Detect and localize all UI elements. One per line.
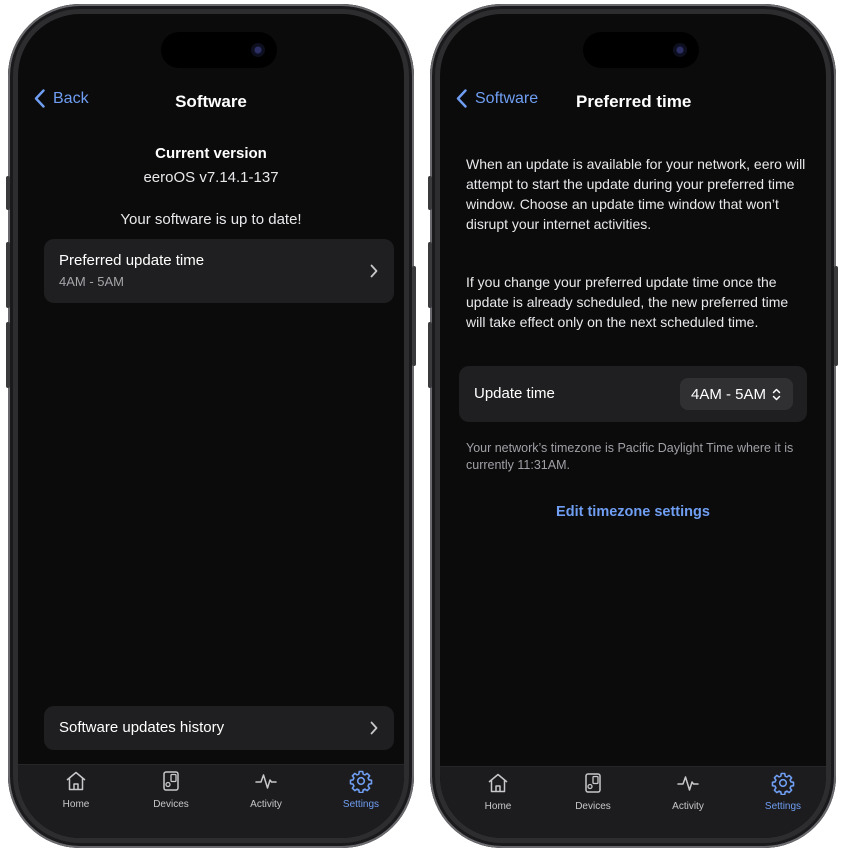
chevron-left-icon [456,89,467,108]
current-version-value: eeroOS v7.14.1-137 [143,169,279,186]
update-description: When an update is available for your net… [466,156,806,232]
activity-icon [677,776,699,791]
phone-frame-left: Back Software Current version eeroOS v7.… [6,4,416,848]
phone-frame-right: Software Preferred time When an update i… [428,4,838,848]
preferred-update-time-row[interactable]: Preferred update time 4AM - 5AM [44,239,394,303]
software-updates-history-label: Software updates history [59,719,225,736]
back-button-label: Software [475,89,539,107]
power-button [834,266,838,366]
power-button [412,266,416,366]
tab-home[interactable]: Home [36,769,116,817]
current-version-heading: Current version [155,145,267,162]
tab-settings-label: Settings [342,799,380,810]
edit-timezone-link[interactable]: Edit timezone settings [440,504,826,520]
gear-icon [349,770,373,793]
update-time-label: Update time [474,385,555,402]
tab-home[interactable]: Home [458,771,538,819]
chevron-right-icon [370,721,378,735]
home-icon [488,773,508,793]
preferred-update-time-label: Preferred update time [59,252,205,269]
tab-settings-label: Settings [764,801,802,812]
preferred-time-screen: Software Preferred time When an update i… [440,14,826,838]
chevron-up-down-icon [772,388,781,400]
tab-activity-label: Activity [250,799,282,810]
tab-settings[interactable]: Settings [321,769,401,817]
devices-icon [163,771,179,791]
tab-activity[interactable]: Activity [648,771,728,819]
tab-devices[interactable]: Devices [131,769,211,817]
tab-settings[interactable]: Settings [743,771,823,819]
software-updates-history-row[interactable]: Software updates history [44,706,394,750]
update-time-picker[interactable]: 4AM - 5AM [679,378,793,410]
chevron-right-icon [370,264,378,278]
front-camera [673,43,687,57]
tab-activity-label: Activity [672,801,704,812]
timezone-note: Your network’s timezone is Pacific Dayli… [466,441,794,472]
navigation-bar: Back Software [18,78,404,122]
page-title: Preferred time [576,92,692,111]
reschedule-description: If you change your preferred update time… [466,274,789,330]
preferred-update-time-value: 4AM - 5AM [59,274,125,289]
update-time-value: 4AM - 5AM [690,385,766,403]
action-button [6,176,10,210]
update-time-row: Update time 4AM - 5AM [459,366,807,422]
software-screen: Back Software Current version eeroOS v7.… [18,14,404,838]
tab-home-label: Home [62,799,90,810]
navigation-bar: Software Preferred time [440,78,826,122]
tab-home-label: Home [484,801,512,812]
tab-bar: Home Devices Activity Settings [18,764,404,838]
home-icon [66,771,86,791]
up-to-date-message: Your software is up to date! [120,211,302,228]
tab-bar: Home Devices Activity Settings [440,766,826,838]
action-button [428,176,432,210]
page-title: Software [175,92,247,111]
volume-up-button [428,242,432,308]
front-camera [251,43,265,57]
tab-devices-label: Devices [575,801,611,812]
tab-devices-label: Devices [153,799,189,810]
devices-icon [585,773,601,793]
volume-up-button [6,242,10,308]
tab-devices[interactable]: Devices [553,771,633,819]
dynamic-island [583,32,699,68]
dynamic-island [161,32,277,68]
gear-icon [771,772,795,795]
back-button[interactable]: Software [456,89,538,108]
tab-activity[interactable]: Activity [226,769,306,817]
volume-down-button [428,322,432,388]
volume-down-button [6,322,10,388]
activity-icon [255,774,277,789]
